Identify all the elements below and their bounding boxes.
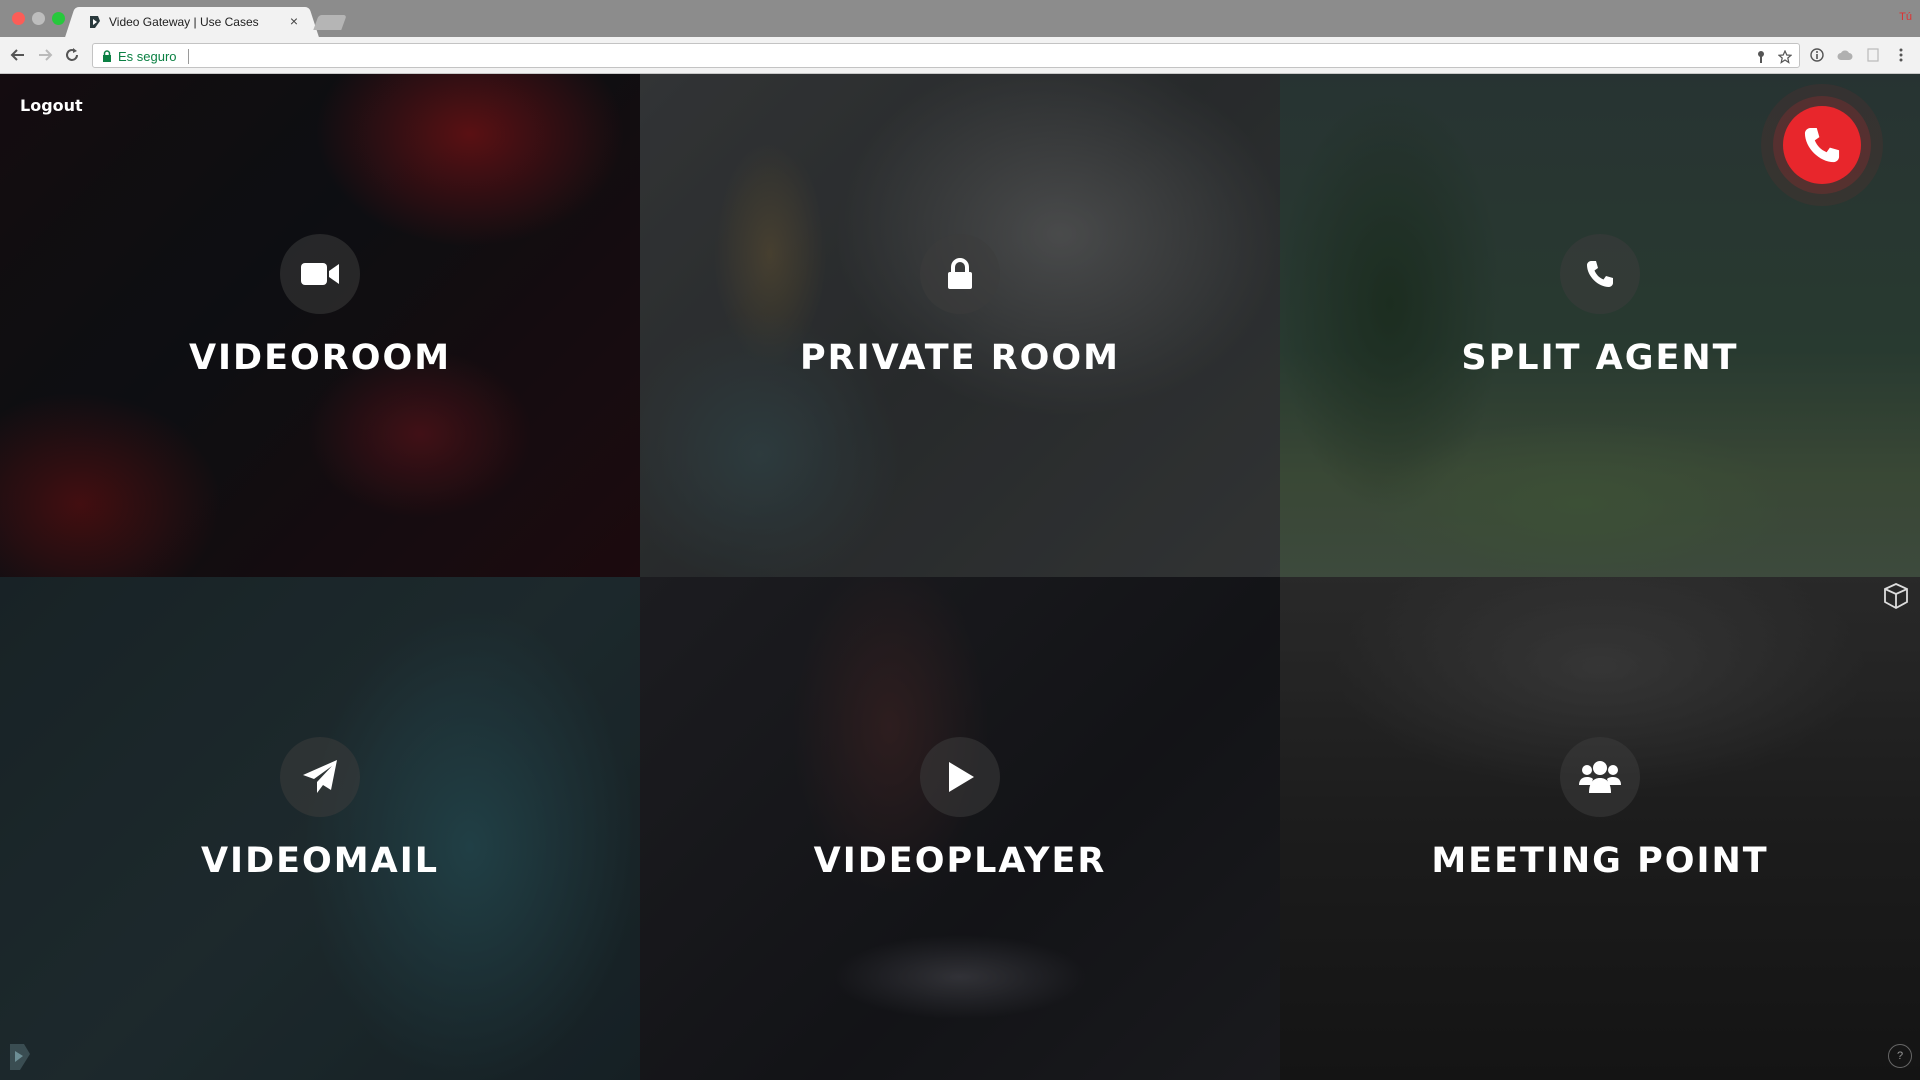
paper-plane-icon <box>280 737 360 817</box>
phone-icon <box>1560 234 1640 314</box>
tile-label: MEETING POINT <box>1431 841 1769 881</box>
lock-icon <box>103 50 111 62</box>
cube-icon[interactable] <box>1882 582 1910 610</box>
tile-videoroom[interactable]: VIDEOROOM <box>0 74 640 577</box>
tile-label: VIDEOPLAYER <box>813 841 1107 881</box>
arrow-left-icon <box>10 49 24 61</box>
lock-icon <box>920 234 1000 314</box>
tile-label: VIDEOMAIL <box>200 841 440 881</box>
play-icon <box>920 737 1000 817</box>
tile-label: SPLIT AGENT <box>1461 338 1739 378</box>
reload-icon <box>66 48 78 61</box>
tab-close-icon[interactable]: × <box>290 13 298 29</box>
tile-meeting-point[interactable]: MEETING POINT <box>1280 577 1920 1080</box>
bookmark-star-icon[interactable] <box>1777 49 1793 65</box>
browser-toolbar: Es seguro <box>0 37 1920 74</box>
key-icon[interactable] <box>1753 49 1769 65</box>
back-button[interactable] <box>8 45 28 65</box>
window-maximize-button[interactable] <box>52 12 65 25</box>
group-icon <box>1560 737 1640 817</box>
url-cursor <box>188 49 189 64</box>
video-camera-icon <box>280 234 360 314</box>
logout-link[interactable]: Logout <box>20 96 83 115</box>
menu-kebab-icon[interactable] <box>1892 46 1910 64</box>
tab-bar: Video Gateway | Use Cases × Tú <box>0 0 1920 37</box>
page-extension-icon[interactable] <box>1864 46 1882 64</box>
address-bar[interactable]: Es seguro <box>92 43 1800 68</box>
browser-chrome: Video Gateway | Use Cases × Tú Es seguro <box>0 0 1920 74</box>
info-extension-icon[interactable] <box>1808 46 1826 64</box>
window-minimize-button[interactable] <box>32 12 45 25</box>
tile-private-room[interactable]: PRIVATE ROOM <box>640 74 1280 577</box>
call-button[interactable] <box>1783 106 1861 184</box>
cloud-extension-icon[interactable] <box>1836 46 1854 64</box>
new-tab-button[interactable] <box>313 15 347 30</box>
reload-button[interactable] <box>62 45 82 65</box>
profile-button[interactable]: Tú <box>1899 11 1912 23</box>
tab-title: Video Gateway | Use Cases <box>109 15 259 29</box>
forward-button[interactable] <box>35 45 55 65</box>
tile-videomail[interactable]: VIDEOMAIL <box>0 577 640 1080</box>
brand-logo-icon <box>10 1044 30 1070</box>
help-button[interactable]: ? <box>1888 1044 1912 1068</box>
phone-icon <box>1804 127 1840 163</box>
arrow-right-icon <box>39 49 53 61</box>
favicon-icon <box>90 16 100 28</box>
tile-videoplayer[interactable]: VIDEOPLAYER <box>640 577 1280 1080</box>
window-close-button[interactable] <box>12 12 25 25</box>
browser-tab-active[interactable]: Video Gateway | Use Cases × <box>76 7 308 37</box>
use-cases-page: VIDEOROOM PRIVATE ROOM SPLIT AGENT VIDEO… <box>0 74 1920 1080</box>
security-indicator[interactable]: Es seguro <box>118 49 177 64</box>
tile-label: PRIVATE ROOM <box>800 338 1120 378</box>
tile-label: VIDEOROOM <box>188 338 452 378</box>
